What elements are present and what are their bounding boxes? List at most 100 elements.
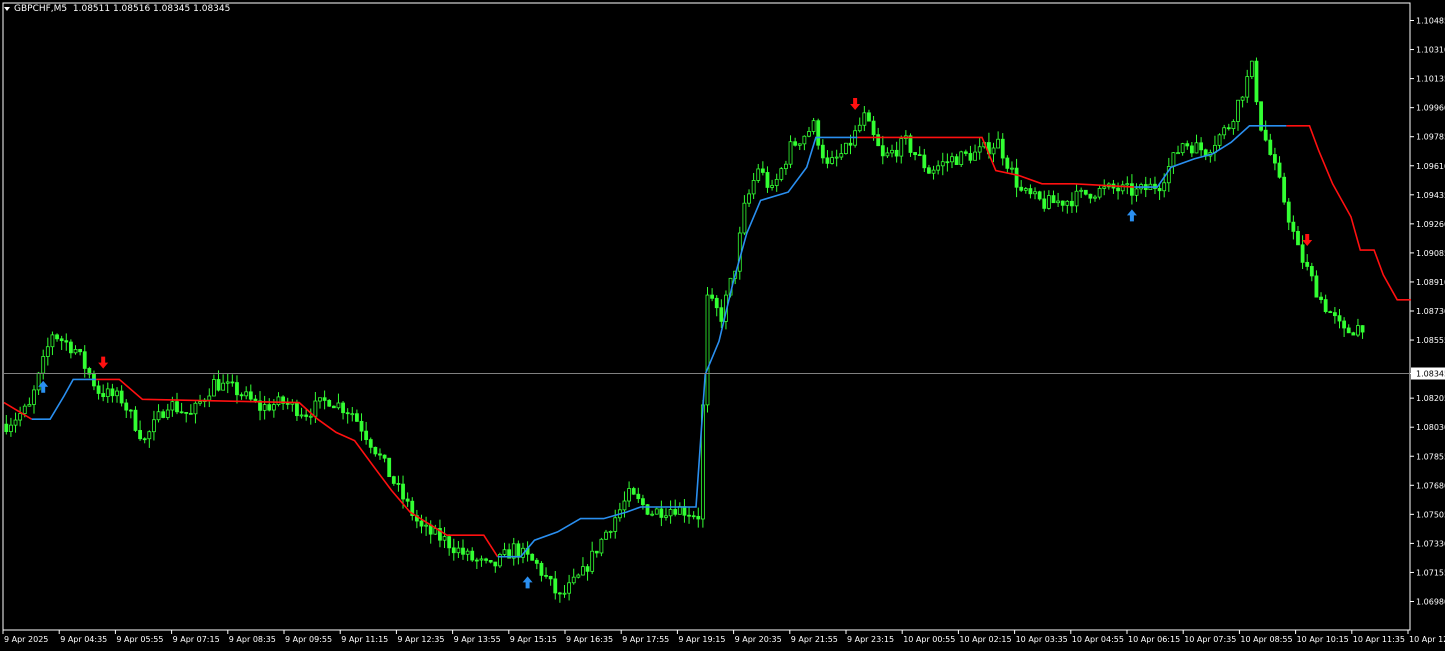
trend-line-up — [497, 136, 858, 558]
candle-body — [1319, 296, 1323, 300]
candle-body — [4, 423, 9, 432]
time-label: 9 Apr 23:15 — [847, 635, 894, 644]
candle-body — [165, 409, 170, 418]
candle-body — [636, 493, 641, 500]
candle-body — [128, 409, 133, 412]
candle-body — [1245, 76, 1250, 98]
candle-body — [820, 144, 825, 159]
price-label: 1.09435 — [1416, 191, 1445, 200]
candle-body — [479, 558, 484, 561]
candle-body — [705, 294, 710, 406]
candle-body — [313, 400, 318, 417]
time-label: 9 Apr 12:35 — [397, 635, 444, 644]
candles-layer — [4, 57, 1365, 603]
candle-body — [68, 341, 73, 354]
candle-body — [959, 151, 964, 165]
candle-body — [1125, 183, 1130, 186]
arrow-down-icon — [98, 356, 109, 369]
candle-body — [797, 143, 802, 146]
time-label: 9 Apr 09:55 — [285, 635, 332, 644]
time-label: 9 Apr 21:55 — [791, 635, 838, 644]
candle-body — [1157, 188, 1162, 192]
candle-body — [719, 307, 724, 322]
candle-body — [659, 508, 664, 518]
candle-body — [13, 419, 18, 426]
candle-body — [115, 390, 119, 397]
price-label: 1.07505 — [1416, 510, 1445, 519]
candle-body — [1296, 230, 1300, 246]
time-label: 9 Apr 07:15 — [173, 635, 220, 644]
candle-body — [285, 402, 290, 405]
candle-body — [696, 515, 701, 520]
candle-body — [1194, 142, 1199, 154]
candle-body — [765, 172, 770, 188]
candle-body — [908, 135, 913, 153]
candle-body — [1282, 176, 1287, 203]
candle-body — [225, 381, 230, 384]
candle-body — [1060, 200, 1065, 206]
candle-body — [368, 439, 373, 448]
candle-body — [304, 414, 309, 417]
candle-body — [382, 454, 387, 459]
candle-body — [1263, 129, 1268, 141]
candle-body — [913, 152, 917, 156]
candle-body — [1332, 312, 1337, 317]
price-label: 1.08555 — [1416, 336, 1445, 345]
candle-body — [1236, 99, 1240, 122]
price-axis: 1.10485 1.10310 1.10135 1.09960 1.09785 1.096… — [1410, 17, 1445, 607]
candle-body — [770, 185, 774, 188]
time-label: 9 Apr 05:55 — [116, 635, 163, 644]
candle-body — [299, 414, 304, 417]
candle-body — [78, 349, 83, 353]
candle-body — [262, 404, 267, 411]
arrow-down-icon — [850, 98, 861, 111]
candle-body — [1046, 195, 1051, 209]
candle-body — [119, 390, 124, 404]
candle-body — [1074, 190, 1079, 207]
candle-body — [170, 401, 175, 411]
candle-body — [493, 561, 498, 567]
candle-body — [894, 149, 899, 157]
candle-body — [742, 202, 747, 234]
candle-body — [1360, 325, 1365, 333]
candle-body — [654, 508, 659, 515]
candle-body — [627, 488, 631, 502]
candle-body — [474, 559, 479, 562]
price-chart[interactable]: 1.10485 1.10310 1.10135 1.09960 1.09785 1.096… — [0, 0, 1445, 651]
candle-body — [1300, 244, 1305, 263]
candle-body — [401, 483, 405, 500]
price-label: 1.09960 — [1416, 104, 1445, 113]
candle-body — [1314, 275, 1319, 298]
candle-body — [221, 382, 226, 391]
candle-body — [82, 351, 87, 369]
candle-body — [1019, 186, 1024, 191]
price-label: 1.08730 — [1416, 307, 1445, 316]
candle-body — [327, 400, 332, 407]
chart-window[interactable]: GBPCHF,M5 1.08511 1.08516 1.08345 1.0834… — [0, 0, 1445, 651]
candle-body — [295, 402, 299, 417]
candle-body — [968, 153, 973, 161]
candle-body — [355, 413, 359, 422]
candle-body — [848, 142, 853, 146]
candle-body — [1130, 183, 1134, 196]
candle-body — [253, 398, 258, 402]
candle-body — [1042, 198, 1047, 209]
candle-body — [585, 566, 590, 572]
price-label: 1.09785 — [1416, 133, 1445, 142]
candle-body — [687, 514, 691, 517]
candle-body — [760, 168, 765, 173]
candle-body — [18, 413, 23, 421]
time-label: 9 Apr 04:35 — [60, 635, 107, 644]
candle-body — [1291, 221, 1296, 232]
candle-body — [484, 558, 488, 561]
candle-body — [553, 578, 558, 594]
candle-body — [825, 157, 830, 164]
time-label: 10 Apr 03:35 — [1016, 635, 1068, 644]
candle-body — [1033, 191, 1037, 195]
candle-body — [876, 134, 881, 147]
candle-body — [387, 457, 392, 478]
candle-body — [230, 381, 235, 384]
candle-body — [1346, 327, 1351, 334]
price-label: 1.07330 — [1416, 539, 1445, 548]
time-label: 10 Apr 00:55 — [903, 635, 955, 644]
